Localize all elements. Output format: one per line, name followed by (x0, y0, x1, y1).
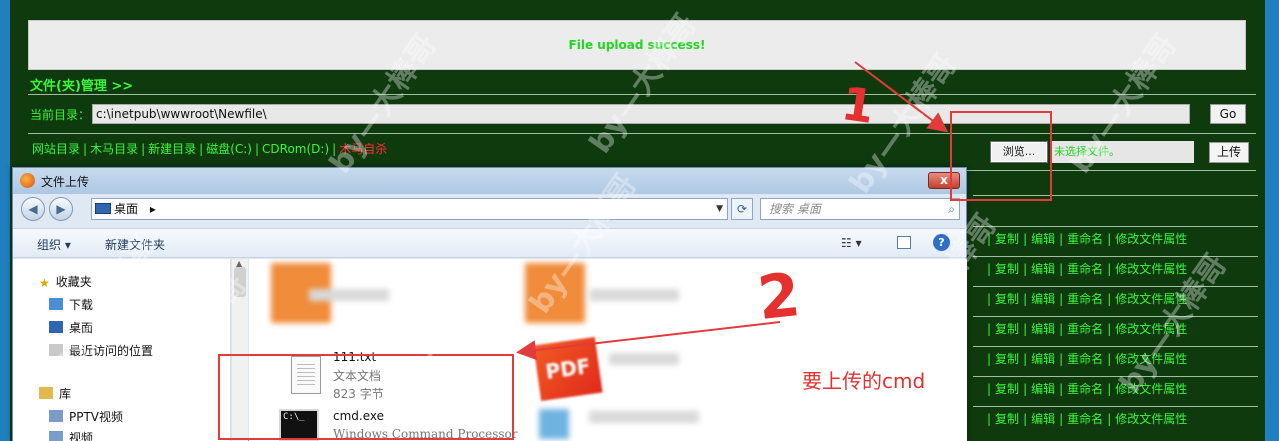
nav-link-trojan-dir[interactable]: 木马目录 (90, 142, 138, 156)
copy-link[interactable]: 复制 (995, 382, 1019, 396)
refresh-icon[interactable]: ⟳ (731, 198, 753, 220)
rename-link[interactable]: 重命名 (1067, 382, 1103, 396)
library-icon (39, 387, 53, 399)
back-arrow-icon[interactable]: ◀ (21, 197, 45, 221)
sidebar-item-video[interactable]: 视频 (49, 429, 93, 441)
star-icon: ★ (39, 276, 50, 290)
edit-link[interactable]: 编辑 (1031, 262, 1055, 276)
dialog-toolbar: 组织 ▾ 新建文件夹 ☷ ▾ ? (13, 228, 966, 258)
firefox-icon (20, 173, 35, 188)
dialog-titlebar[interactable]: 文件上传 x (13, 168, 966, 194)
copy-link[interactable]: 复制 (995, 292, 1019, 306)
attrib-link[interactable]: 修改文件属性 (1115, 382, 1187, 396)
forward-arrow-icon[interactable]: ▶ (49, 197, 73, 221)
table-row: | 复制 | 编辑 | 重命名 | 修改文件属性 (973, 346, 1258, 370)
video-folder-icon (49, 410, 63, 422)
video-folder-icon (49, 431, 63, 441)
desktop-icon (49, 321, 63, 333)
download-folder-icon (49, 298, 63, 310)
nav-link-site-dir[interactable]: 网站目录 (32, 142, 80, 156)
attrib-link[interactable]: 修改文件属性 (1115, 412, 1187, 426)
desktop-icon (95, 203, 111, 214)
annotation-box-cmd (218, 354, 514, 440)
nav-link-cdrom-d[interactable]: CDRom(D:) (262, 142, 329, 156)
edit-link[interactable]: 编辑 (1031, 232, 1055, 246)
sidebar-item-desktop[interactable]: 桌面 (49, 319, 93, 336)
blurred-file-icon[interactable] (539, 409, 569, 439)
sidebar-item-recent[interactable]: 最近访问的位置 (49, 342, 153, 359)
dialog-title: 文件上传 (41, 175, 90, 189)
search-input[interactable]: 搜索 桌面 ⌕ (760, 198, 960, 220)
blurred-file-label (609, 353, 679, 365)
current-dir-label: 当前目录： (30, 108, 91, 122)
edit-link[interactable]: 编辑 (1031, 412, 1055, 426)
desktop-edge-right (1265, 0, 1279, 441)
upload-button[interactable]: 上传 (1209, 142, 1249, 163)
help-icon[interactable]: ? (933, 234, 950, 251)
section-title: 文件(夹)管理 >> (30, 79, 134, 94)
blurred-file-label (309, 289, 389, 301)
sidebar-item-pptv[interactable]: PPTV视频 (49, 408, 123, 425)
copy-link[interactable]: 复制 (995, 322, 1019, 336)
edit-link[interactable]: 编辑 (1031, 382, 1055, 396)
edit-link[interactable]: 编辑 (1031, 292, 1055, 306)
navigation-pane: ★ 收藏夹 下载 桌面 最近访问的位置 库 PPTV视频 视频 (13, 259, 231, 441)
rename-link[interactable]: 重命名 (1067, 322, 1103, 336)
copy-link[interactable]: 复制 (995, 412, 1019, 426)
annotation-box-browse (950, 111, 1052, 201)
address-value: 桌面 (114, 202, 139, 216)
address-input[interactable]: 桌面 ▸ ▼ (91, 198, 728, 220)
sidebar-item-downloads[interactable]: 下载 (49, 296, 93, 313)
no-file-label: 未选择文件。 (1052, 141, 1194, 163)
attrib-link[interactable]: 修改文件属性 (1115, 262, 1187, 276)
sidebar-item-favorites[interactable]: ★ 收藏夹 (39, 273, 92, 290)
table-row: | 复制 | 编辑 | 重命名 | 修改文件属性 (973, 406, 1258, 430)
divider (28, 94, 1256, 95)
attrib-link[interactable]: 修改文件属性 (1115, 322, 1187, 336)
edit-link[interactable]: 编辑 (1031, 322, 1055, 336)
rename-link[interactable]: 重命名 (1067, 262, 1103, 276)
table-row: | 复制 | 编辑 | 重命名 | 修改文件属性 (973, 316, 1258, 340)
status-message-box: File upload success! (28, 20, 1246, 70)
blurred-file-icon[interactable] (525, 263, 585, 323)
attrib-link[interactable]: 修改文件属性 (1115, 232, 1187, 246)
table-row: | 复制 | 编辑 | 重命名 | 修改文件属性 (973, 256, 1258, 280)
rename-link[interactable]: 重命名 (1067, 412, 1103, 426)
annotation-note: 要上传的cmd (802, 369, 926, 393)
divider (28, 133, 1256, 134)
copy-link[interactable]: 复制 (995, 232, 1019, 246)
shell-nav: 网站目录 | 木马目录 | 新建目录 | 磁盘(C:) | CDRom(D:) | 木马自杀 (32, 142, 388, 156)
annotation-step-2: 2 (754, 260, 804, 334)
nav-link-self-destruct[interactable]: 木马自杀 (339, 142, 387, 156)
table-row: | 复制 | 编辑 | 重命名 | 修改文件属性 (973, 286, 1258, 310)
copy-link[interactable]: 复制 (995, 262, 1019, 276)
preview-pane-icon[interactable] (897, 236, 911, 249)
edit-link[interactable]: 编辑 (1031, 352, 1055, 366)
address-bar: ◀ ▶ 桌面 ▸ ▼ ⟳ 搜索 桌面 ⌕ (13, 195, 966, 223)
status-message: File upload success! (568, 38, 706, 52)
rename-link[interactable]: 重命名 (1067, 292, 1103, 306)
table-row: | 复制 | 编辑 | 重命名 | 修改文件属性 (973, 376, 1258, 400)
attrib-link[interactable]: 修改文件属性 (1115, 352, 1187, 366)
rename-link[interactable]: 重命名 (1067, 352, 1103, 366)
nav-link-new-dir[interactable]: 新建目录 (148, 142, 196, 156)
table-row: | 复制 | 编辑 | 重命名 | 修改文件属性 (973, 226, 1258, 250)
pdf-icon[interactable]: PDF (533, 336, 603, 402)
chevron-down-icon[interactable]: ▼ (716, 199, 723, 219)
go-button[interactable]: Go (1210, 104, 1246, 124)
search-icon: ⌕ (948, 202, 955, 216)
attrib-link[interactable]: 修改文件属性 (1115, 292, 1187, 306)
rename-link[interactable]: 重命名 (1067, 232, 1103, 246)
recent-places-icon (49, 344, 63, 356)
blurred-file-label (589, 411, 699, 423)
blurred-file-label (589, 289, 679, 301)
nav-link-disk-c[interactable]: 磁盘(C:) (206, 142, 252, 156)
sidebar-item-libraries[interactable]: 库 (39, 385, 71, 402)
desktop-edge-left (0, 0, 10, 441)
copy-link[interactable]: 复制 (995, 352, 1019, 366)
organize-button[interactable]: 组织 ▾ (37, 236, 71, 253)
view-options-icon[interactable]: ☷ ▾ (841, 236, 862, 250)
new-folder-button[interactable]: 新建文件夹 (105, 236, 165, 253)
